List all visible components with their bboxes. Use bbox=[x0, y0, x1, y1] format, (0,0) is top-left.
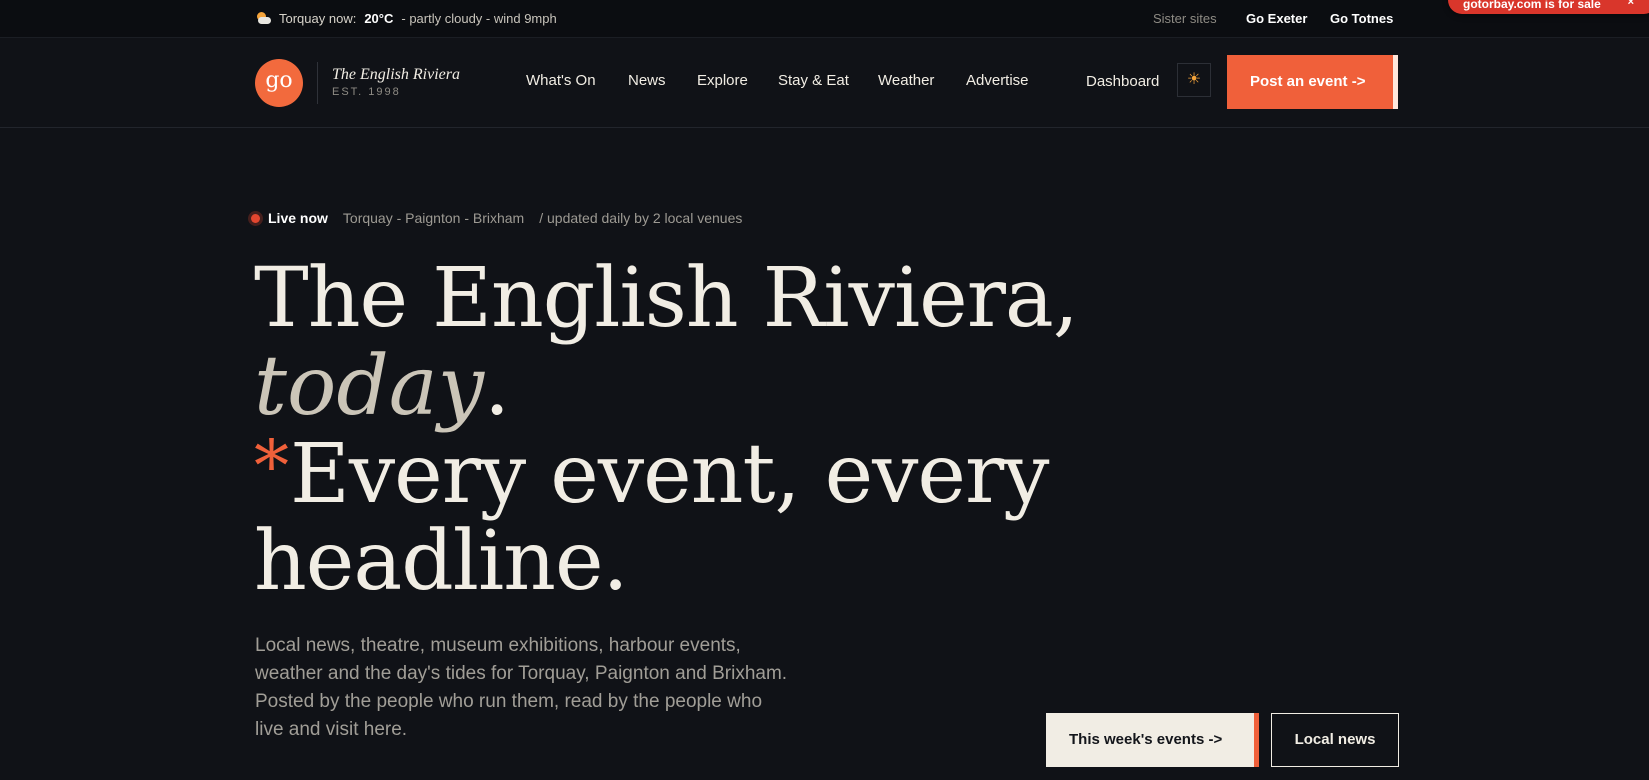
this-weeks-events-button[interactable]: This week's events -> bbox=[1046, 713, 1259, 767]
headline-every-event: Every event, every bbox=[290, 427, 1049, 522]
temperature: 20°C bbox=[364, 11, 394, 26]
headline-period: . bbox=[484, 339, 511, 434]
current-weather: Torquay now: 20°C - partly cloudy - wind… bbox=[255, 11, 557, 26]
live-dot-icon bbox=[251, 213, 260, 223]
nav-advertise[interactable]: Advertise bbox=[966, 72, 1029, 89]
asterisk-icon: * bbox=[254, 425, 289, 507]
post-event-button[interactable]: Post an event -> bbox=[1227, 55, 1398, 109]
brand-established: EST. 1998 bbox=[332, 86, 401, 98]
partly-cloudy-icon bbox=[255, 11, 271, 26]
sister-link-go-totnes[interactable]: Go Totnes bbox=[1330, 11, 1393, 26]
towns-list: Torquay - Paignton - Brixham bbox=[342, 210, 525, 226]
nav-weather[interactable]: Weather bbox=[878, 72, 934, 89]
hero-headline-line2: today. bbox=[254, 346, 510, 428]
sale-badge-text: gotorbay.com is for sale bbox=[1463, 0, 1601, 11]
domain-for-sale-badge[interactable]: gotorbay.com is for sale × bbox=[1448, 0, 1649, 14]
hero-headline-line3: *Every event, every bbox=[254, 431, 1049, 516]
sister-sites-label: Sister sites bbox=[1153, 11, 1217, 26]
top-utility-bar: Torquay now: 20°C - partly cloudy - wind… bbox=[0, 0, 1649, 38]
nav-stay-eat[interactable]: Stay & Eat bbox=[778, 72, 849, 89]
brand-name[interactable]: The English Riviera bbox=[332, 66, 460, 84]
nav-explore[interactable]: Explore bbox=[697, 72, 748, 89]
weather-label: Torquay now: bbox=[279, 11, 357, 26]
updated-note: / updated daily by 2 local venues bbox=[539, 210, 743, 226]
post-event-label: Post an event -> bbox=[1250, 73, 1366, 90]
site-logo[interactable]: go bbox=[255, 59, 303, 107]
site-header: go The English Riviera EST. 1998 What's … bbox=[0, 38, 1649, 128]
dashboard-link[interactable]: Dashboard bbox=[1086, 73, 1159, 90]
close-icon[interactable]: × bbox=[1628, 0, 1634, 8]
live-label: Live now bbox=[268, 210, 328, 226]
weather-conditions: - partly cloudy - wind 9mph bbox=[401, 11, 557, 26]
hero-headline-line1: The English Riviera, bbox=[254, 251, 1079, 346]
live-status-row: Live now Torquay - Paignton - Brixham / … bbox=[251, 210, 742, 226]
logo-divider bbox=[317, 62, 318, 104]
nav-news[interactable]: News bbox=[628, 72, 666, 89]
theme-toggle-button[interactable]: ☀ bbox=[1177, 63, 1211, 97]
sun-icon: ☀ bbox=[1186, 71, 1202, 88]
hero-intro: Local news, theatre, museum exhibitions,… bbox=[255, 635, 788, 740]
sister-link-go-exeter[interactable]: Go Exeter bbox=[1246, 11, 1307, 26]
nav-whats-on[interactable]: What's On bbox=[526, 72, 596, 89]
headline-italic-today: today bbox=[254, 339, 485, 434]
local-news-button[interactable]: Local news bbox=[1271, 713, 1399, 767]
this-weeks-events-label: This week's events -> bbox=[1069, 731, 1223, 748]
hero-headline-line4: headline. bbox=[254, 514, 629, 609]
